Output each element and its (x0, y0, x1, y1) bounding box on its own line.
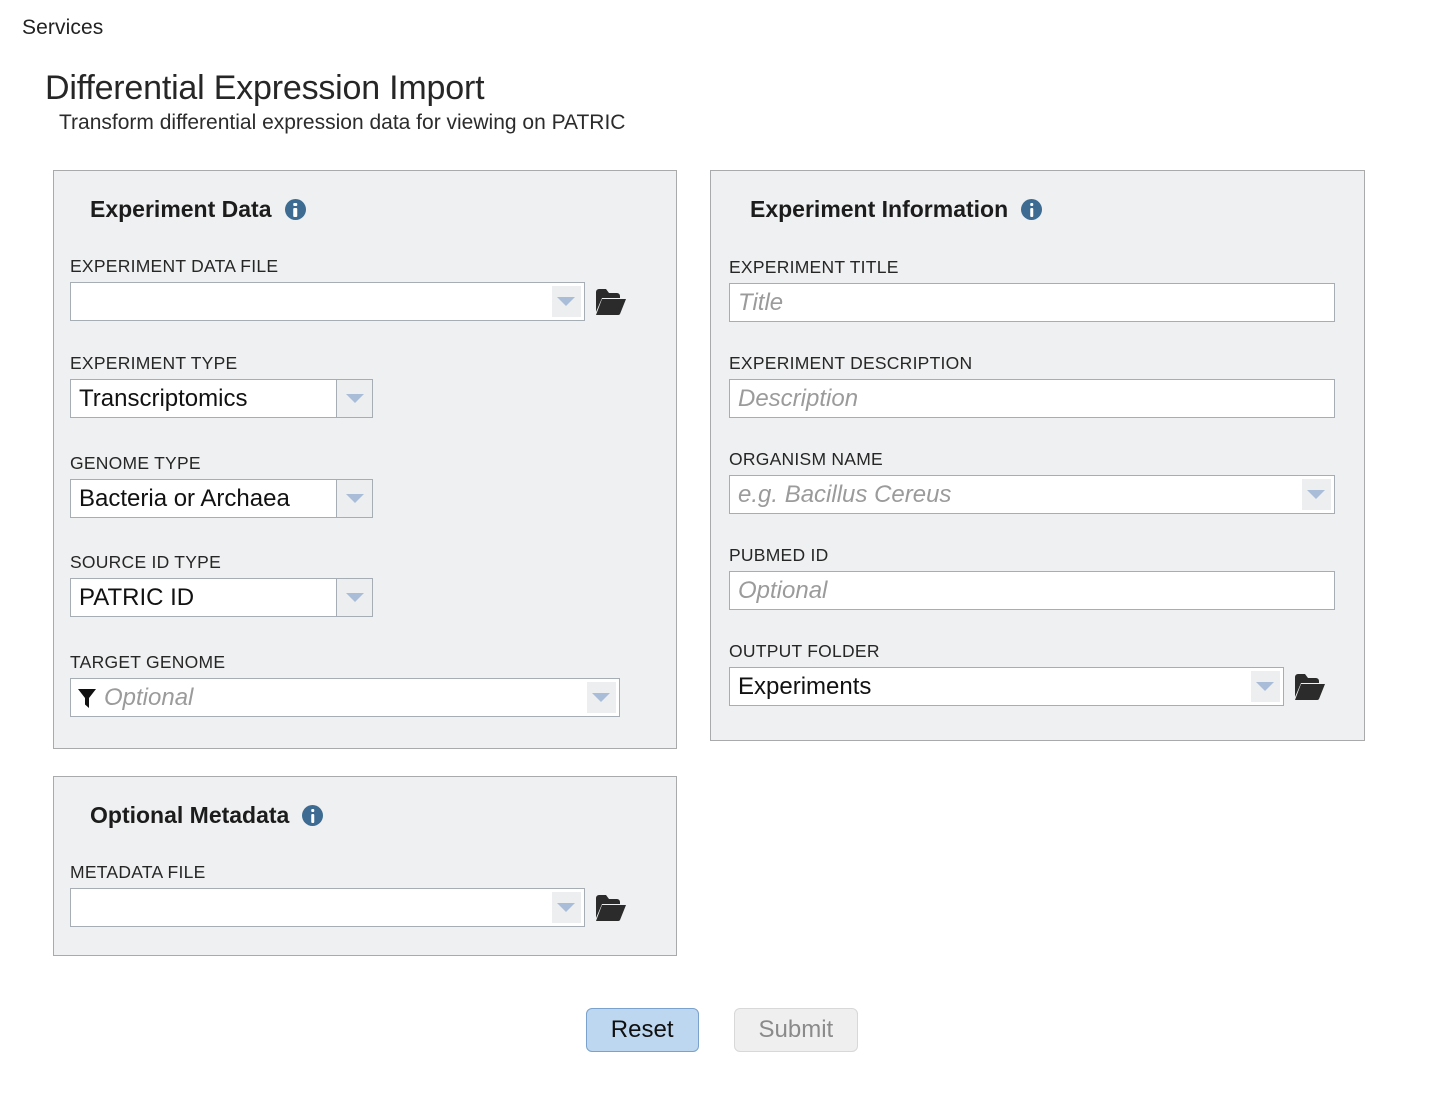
form-button-bar: Reset Submit (0, 1008, 1444, 1052)
submit-button[interactable]: Submit (734, 1008, 859, 1052)
chevron-down-icon (1251, 671, 1280, 702)
experiment-description-input[interactable] (729, 379, 1335, 418)
organism-name-dropdown-button[interactable] (1298, 475, 1335, 514)
chevron-down-icon (1302, 479, 1331, 510)
target-genome-input[interactable]: Optional (70, 678, 583, 717)
metadata-file-control (70, 888, 627, 927)
field-experiment-type: EXPERIMENT TYPE (70, 353, 373, 418)
chevron-down-icon (346, 494, 364, 503)
field-organism-name: ORGANISM NAME (729, 449, 1335, 514)
experiment-information-title: Experiment Information (750, 196, 1008, 223)
experiment-data-file-input[interactable] (70, 282, 548, 321)
field-target-genome: TARGET GENOME Optional (70, 652, 620, 717)
page-subtitle: Transform differential expression data f… (59, 111, 625, 135)
optional-metadata-title: Optional Metadata (90, 802, 289, 829)
genome-type-control (70, 479, 373, 518)
experiment-data-file-dropdown-button[interactable] (548, 282, 585, 321)
output-folder-input[interactable] (729, 667, 1247, 706)
folder-open-icon[interactable] (1294, 673, 1326, 701)
experiment-type-label: EXPERIMENT TYPE (70, 353, 373, 374)
experiment-title-label: EXPERIMENT TITLE (729, 257, 1335, 278)
organism-name-control (729, 475, 1335, 514)
output-folder-label: OUTPUT FOLDER (729, 641, 1326, 662)
breadcrumb[interactable]: Services (22, 16, 103, 40)
experiment-data-file-label: EXPERIMENT DATA FILE (70, 256, 627, 277)
info-icon[interactable] (1021, 199, 1042, 220)
experiment-type-control (70, 379, 373, 418)
experiment-information-header: Experiment Information (750, 196, 1042, 223)
page-title: Differential Expression Import (45, 69, 484, 108)
filter-funnel-icon (77, 687, 97, 709)
reset-button[interactable]: Reset (586, 1008, 699, 1052)
metadata-file-dropdown-button[interactable] (548, 888, 585, 927)
folder-open-icon[interactable] (595, 894, 627, 922)
field-experiment-title: EXPERIMENT TITLE (729, 257, 1335, 322)
experiment-data-title: Experiment Data (90, 196, 272, 223)
info-icon[interactable] (285, 199, 306, 220)
source-id-type-input[interactable] (70, 578, 336, 617)
experiment-title-input[interactable] (729, 283, 1335, 322)
organism-name-label: ORGANISM NAME (729, 449, 1335, 470)
experiment-data-header: Experiment Data (90, 196, 306, 223)
target-genome-placeholder: Optional (104, 686, 193, 710)
output-folder-control (729, 667, 1326, 706)
field-pubmed-id: PUBMED ID (729, 545, 1335, 610)
pubmed-id-label: PUBMED ID (729, 545, 1335, 566)
source-id-type-dropdown-button[interactable] (336, 578, 373, 617)
genome-type-input[interactable] (70, 479, 336, 518)
chevron-down-icon (587, 682, 616, 713)
source-id-type-control (70, 578, 373, 617)
organism-name-input[interactable] (729, 475, 1298, 514)
chevron-down-icon (346, 394, 364, 403)
field-source-id-type: SOURCE ID TYPE (70, 552, 373, 617)
experiment-data-file-control (70, 282, 627, 321)
genome-type-dropdown-button[interactable] (336, 479, 373, 518)
info-icon[interactable] (302, 805, 323, 826)
output-folder-dropdown-button[interactable] (1247, 667, 1284, 706)
field-metadata-file: METADATA FILE (70, 862, 627, 927)
target-genome-label: TARGET GENOME (70, 652, 620, 673)
genome-type-label: GENOME TYPE (70, 453, 373, 474)
target-genome-control: Optional (70, 678, 620, 717)
optional-metadata-header: Optional Metadata (90, 802, 323, 829)
metadata-file-input[interactable] (70, 888, 548, 927)
field-output-folder: OUTPUT FOLDER (729, 641, 1326, 706)
chevron-down-icon (552, 892, 581, 923)
experiment-description-label: EXPERIMENT DESCRIPTION (729, 353, 1335, 374)
field-experiment-data-file: EXPERIMENT DATA FILE (70, 256, 627, 321)
experiment-type-dropdown-button[interactable] (336, 379, 373, 418)
folder-open-icon[interactable] (595, 288, 627, 316)
chevron-down-icon (552, 286, 581, 317)
field-experiment-description: EXPERIMENT DESCRIPTION (729, 353, 1335, 418)
metadata-file-label: METADATA FILE (70, 862, 627, 883)
source-id-type-label: SOURCE ID TYPE (70, 552, 373, 573)
chevron-down-icon (346, 593, 364, 602)
field-genome-type: GENOME TYPE (70, 453, 373, 518)
target-genome-dropdown-button[interactable] (583, 678, 620, 717)
differential-expression-import-page: Services Differential Expression Import … (0, 0, 1444, 1098)
experiment-type-input[interactable] (70, 379, 336, 418)
pubmed-id-input[interactable] (729, 571, 1335, 610)
